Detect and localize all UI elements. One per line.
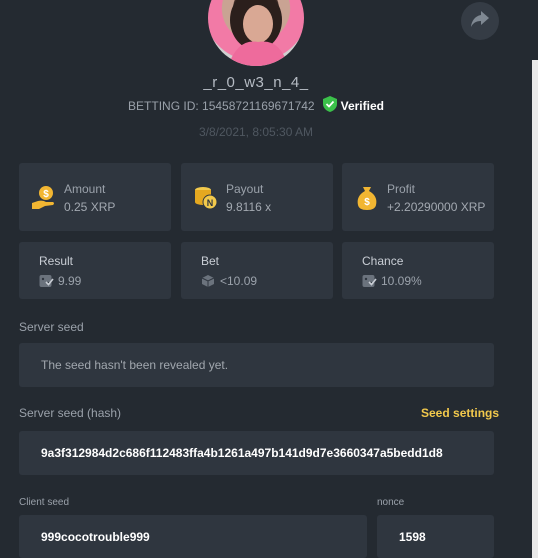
payout-value: 9.8116 x	[226, 200, 272, 214]
share-button[interactable]	[461, 2, 499, 40]
profit-label: Profit	[387, 182, 416, 196]
client-seed-label: Client seed	[19, 497, 70, 508]
verified-shield-icon	[322, 96, 337, 115]
verified-label: Verified	[340, 98, 384, 113]
betting-id-row: BETTING ID: 15458721169671742 Verified	[0, 96, 512, 115]
result-card: Result 9.99	[19, 242, 171, 299]
dice-check-icon	[39, 274, 54, 293]
nonce-label: nonce	[377, 497, 405, 508]
profit-card: $ Profit +2.20290000 XRP	[342, 163, 494, 231]
chance-label: Chance	[362, 254, 404, 268]
nonce-field[interactable]: 1598	[377, 515, 494, 558]
server-seed-label: Server seed	[19, 320, 84, 334]
coin-stack-icon: N	[193, 185, 219, 216]
bet-label: Bet	[201, 254, 220, 268]
result-label: Result	[39, 254, 74, 268]
chance-card: Chance 10.09%	[342, 242, 494, 299]
bet-value: <10.09	[220, 274, 258, 288]
amount-value: 0.25 XRP	[64, 200, 116, 214]
share-icon	[470, 10, 490, 33]
profit-value: +2.20290000 XRP	[387, 200, 486, 214]
bet-card: Bet <10.09	[181, 242, 333, 299]
dice-icon	[201, 274, 216, 293]
avatar	[208, 0, 304, 66]
money-bag-icon: $	[354, 185, 380, 216]
dice-check-icon	[362, 274, 377, 293]
verified-badge: Verified	[322, 96, 384, 115]
payout-card: N Payout 9.8116 x	[181, 163, 333, 231]
username: _r_0_w3_n_4_	[203, 74, 309, 91]
svg-text:$: $	[43, 189, 49, 200]
seed-settings-link[interactable]: Seed settings	[421, 406, 499, 420]
payout-label: Payout	[226, 182, 264, 196]
money-hand-icon: $	[31, 185, 57, 216]
amount-label: Amount	[64, 182, 106, 196]
betting-id: BETTING ID: 15458721169671742	[128, 98, 315, 113]
server-seed-hash-field[interactable]: 9a3f312984d2c686f112483ffa4b1261a497b141…	[19, 431, 494, 475]
server-seed-hash-label: Server seed (hash)	[19, 406, 122, 420]
bet-timestamp: 3/8/2021, 8:05:30 AM	[198, 125, 314, 139]
svg-text:N: N	[207, 198, 214, 208]
chance-value: 10.09%	[381, 274, 422, 288]
client-seed-field[interactable]: 999cocotrouble999	[19, 515, 367, 558]
result-value: 9.99	[58, 274, 82, 288]
scrollbar[interactable]	[532, 60, 538, 558]
svg-text:$: $	[364, 197, 370, 208]
server-seed-field: The seed hasn't been revealed yet.	[19, 343, 494, 387]
amount-card: $ Amount 0.25 XRP	[19, 163, 171, 231]
